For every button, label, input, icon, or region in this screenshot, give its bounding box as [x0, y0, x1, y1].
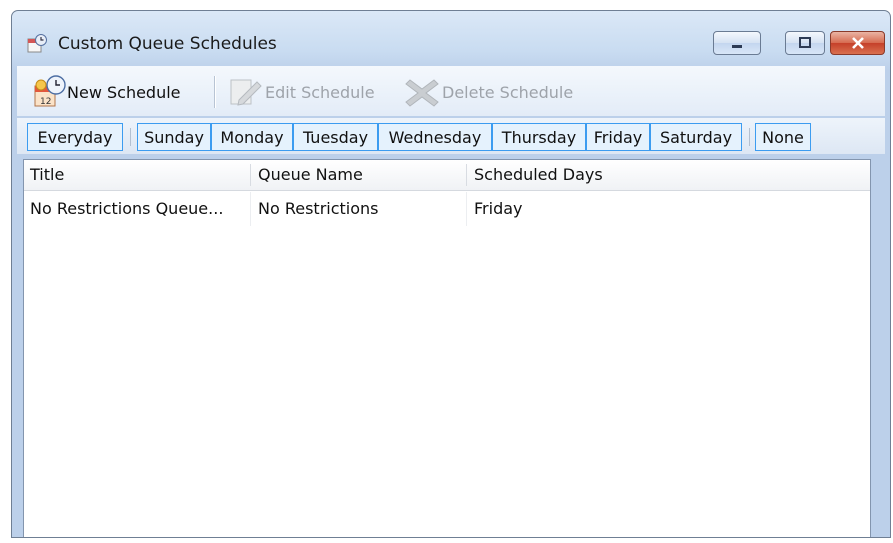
- close-button[interactable]: [830, 31, 885, 55]
- wednesday-filter-button[interactable]: Wednesday: [378, 123, 492, 151]
- close-icon: [851, 34, 865, 53]
- column-header-title[interactable]: Title: [24, 160, 250, 190]
- day-filter-separator: [130, 128, 131, 146]
- toolbar-separator: [214, 76, 216, 108]
- row-divider: [250, 192, 251, 226]
- sunday-filter-button[interactable]: Sunday: [137, 123, 211, 151]
- edit-schedule-icon: [225, 74, 265, 110]
- day-filter-bar: Everyday Sunday Monday Tuesday Wednesday…: [17, 118, 885, 154]
- minimize-button[interactable]: [713, 31, 761, 55]
- toolbar: 12 New Schedule Edit Schedule Delete Sch…: [17, 66, 885, 116]
- schedules-grid: Title Queue Name Scheduled Days No Restr…: [23, 159, 871, 537]
- column-header-scheduled-days[interactable]: Scheduled Days: [468, 160, 868, 190]
- edit-schedule-label: Edit Schedule: [265, 82, 375, 102]
- calendar-schedule-icon: [26, 33, 48, 55]
- tuesday-filter-button[interactable]: Tuesday: [293, 123, 378, 151]
- grid-header: Title Queue Name Scheduled Days: [24, 160, 870, 191]
- custom-queue-schedules-window: Custom Queue Schedules 12 New Schedule E…: [11, 10, 891, 538]
- new-schedule-icon: 12: [31, 74, 67, 110]
- delete-schedule-button[interactable]: Delete Schedule: [402, 74, 573, 110]
- new-schedule-label: New Schedule: [67, 82, 181, 102]
- title-bar[interactable]: Custom Queue Schedules: [12, 11, 890, 63]
- window-title: Custom Queue Schedules: [58, 34, 277, 54]
- delete-schedule-label: Delete Schedule: [442, 82, 574, 102]
- svg-text:12: 12: [40, 97, 51, 107]
- delete-icon: [402, 74, 442, 110]
- row-divider: [466, 192, 467, 226]
- cell-queue-name: No Restrictions: [258, 199, 379, 218]
- maximize-icon: [798, 34, 812, 53]
- none-filter-button[interactable]: None: [755, 123, 811, 151]
- everyday-filter-button[interactable]: Everyday: [27, 123, 123, 151]
- friday-filter-button[interactable]: Friday: [586, 123, 650, 151]
- thursday-filter-button[interactable]: Thursday: [492, 123, 586, 151]
- column-header-queue-name[interactable]: Queue Name: [252, 160, 466, 190]
- table-row[interactable]: No Restrictions Queue... No Restrictions…: [24, 192, 870, 226]
- minimize-icon: [730, 34, 744, 53]
- day-filter-separator: [749, 128, 750, 146]
- edit-schedule-button[interactable]: Edit Schedule: [225, 74, 375, 110]
- cell-title: No Restrictions Queue...: [30, 199, 224, 218]
- new-schedule-button[interactable]: 12 New Schedule: [31, 74, 181, 110]
- cell-scheduled-days: Friday: [474, 199, 523, 218]
- saturday-filter-button[interactable]: Saturday: [650, 123, 742, 151]
- column-divider[interactable]: [250, 164, 251, 186]
- maximize-button[interactable]: [785, 31, 825, 55]
- column-divider[interactable]: [466, 164, 467, 186]
- monday-filter-button[interactable]: Monday: [211, 123, 293, 151]
